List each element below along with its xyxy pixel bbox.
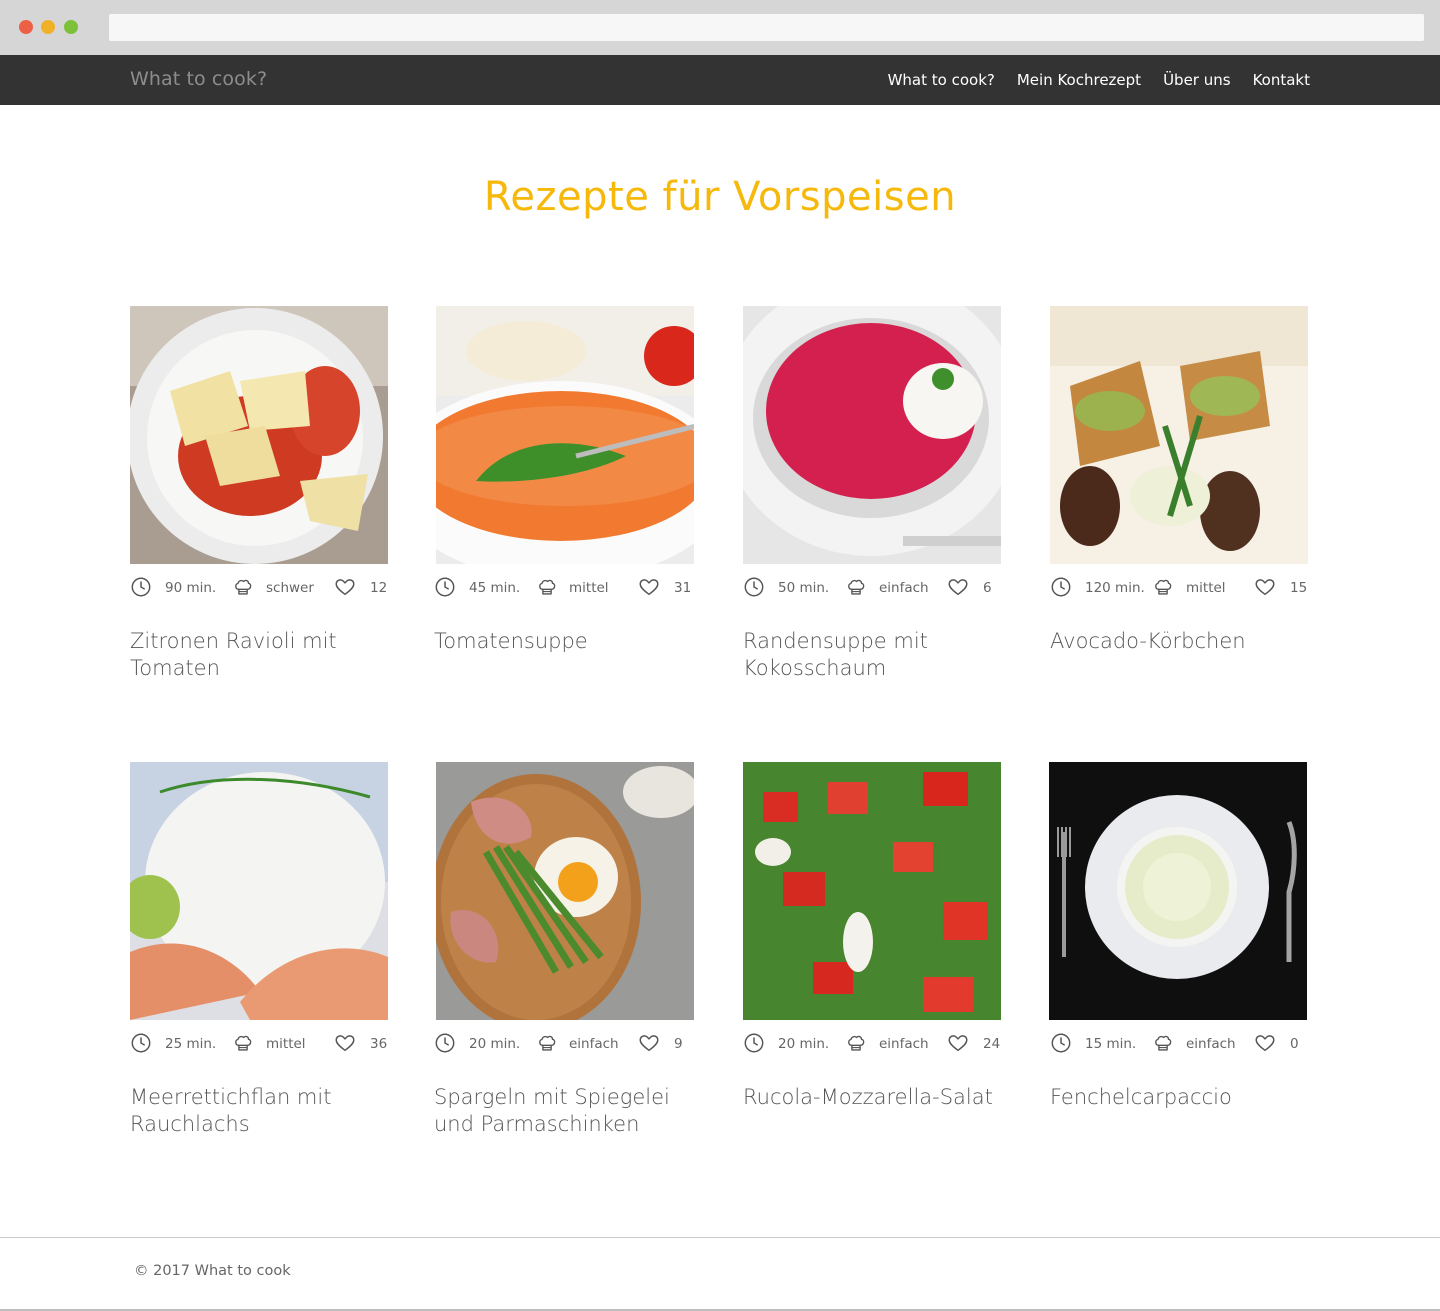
ravioli-image[interactable] <box>130 306 388 564</box>
recipe-difficulty: mittel <box>266 1036 306 1052</box>
heart-icon[interactable] <box>333 1032 357 1054</box>
recipe-time: 120 min. <box>1085 580 1145 596</box>
tomato-soup-image[interactable] <box>436 306 694 564</box>
recipe-card[interactable]: 20 min. einfach 9 Spargeln mit Spiegelei… <box>434 762 694 1136</box>
recipe-meta: 50 min. einfach 6 <box>743 576 1005 600</box>
recipe-difficulty: mittel <box>1186 580 1226 596</box>
heart-icon[interactable] <box>637 576 661 598</box>
recipe-meta: 20 min. einfach 24 <box>743 1032 1005 1056</box>
chef-hat-icon <box>1152 576 1174 598</box>
recipe-meta: 25 min. mittel 36 <box>130 1032 392 1056</box>
rucola-salad-image[interactable] <box>743 762 1001 1020</box>
recipe-meta: 90 min. schwer 12 <box>130 576 392 600</box>
clock-icon <box>1050 576 1072 598</box>
recipe-time: 25 min. <box>165 1036 217 1052</box>
window-close-dot[interactable] <box>19 20 33 34</box>
heart-icon[interactable] <box>946 576 970 598</box>
recipe-meta: 15 min. einfach 0 <box>1049 1032 1311 1056</box>
address-bar[interactable] <box>109 14 1424 41</box>
recipe-title[interactable]: Rucola-Mozzarella-Salat <box>743 1084 1005 1111</box>
fennel-carpaccio-image[interactable] <box>1049 762 1307 1020</box>
nav-link-mein-kochrezept[interactable]: Mein Kochrezept <box>1017 71 1141 89</box>
recipe-likes: 36 <box>370 1036 388 1052</box>
nav-link-ueber-uns[interactable]: Über uns <box>1163 71 1231 89</box>
recipe-title[interactable]: Fenchelcarpaccio <box>1050 1084 1312 1111</box>
heart-icon[interactable] <box>946 1032 970 1054</box>
clock-icon <box>434 576 456 598</box>
recipe-difficulty: mittel <box>569 580 609 596</box>
recipe-meta: 45 min. mittel 31 <box>436 576 698 600</box>
recipe-card[interactable]: 45 min. mittel 31 Tomatensuppe <box>434 306 694 653</box>
recipe-likes: 31 <box>674 580 692 596</box>
avocado-baskets-image[interactable] <box>1050 306 1308 564</box>
chef-hat-icon <box>536 576 558 598</box>
recipe-difficulty: einfach <box>569 1036 619 1052</box>
chef-hat-icon <box>232 576 254 598</box>
recipe-meta: 20 min. einfach 9 <box>436 1032 698 1056</box>
heart-icon[interactable] <box>333 576 357 598</box>
recipe-difficulty: einfach <box>1186 1036 1236 1052</box>
recipe-time: 90 min. <box>165 580 217 596</box>
chef-hat-icon <box>536 1032 558 1054</box>
clock-icon <box>743 576 765 598</box>
recipe-card[interactable]: 20 min. einfach 24 Rucola-Mozzarella-Sal… <box>743 762 1001 1109</box>
clock-icon <box>434 1032 456 1054</box>
heart-icon[interactable] <box>637 1032 661 1054</box>
clock-icon <box>743 1032 765 1054</box>
recipe-title[interactable]: Meerrettichflan mit Rauchlachs <box>130 1084 392 1138</box>
recipe-difficulty: schwer <box>266 580 314 596</box>
recipe-title[interactable]: Tomatensuppe <box>434 628 696 655</box>
recipe-likes: 0 <box>1290 1036 1299 1052</box>
recipe-likes: 24 <box>983 1036 1001 1052</box>
recipe-title[interactable]: Avocado-Körbchen <box>1050 628 1312 655</box>
footer-copyright: © 2017 What to cook <box>134 1263 291 1279</box>
recipe-card[interactable]: 50 min. einfach 6 Randensuppe mit Kokoss… <box>743 306 1001 680</box>
recipe-title[interactable]: Zitronen Ravioli mit Tomaten <box>130 628 392 682</box>
recipe-meta: 120 min. mittel 15 <box>1050 576 1312 600</box>
flan-salmon-image[interactable] <box>130 762 388 1020</box>
recipe-likes: 12 <box>370 580 388 596</box>
brand-link[interactable]: What to cook? <box>130 68 267 90</box>
chef-hat-icon <box>845 1032 867 1054</box>
clock-icon <box>1050 1032 1072 1054</box>
recipe-likes: 15 <box>1290 580 1308 596</box>
clock-icon <box>130 576 152 598</box>
footer-divider <box>0 1237 1440 1238</box>
recipe-card[interactable]: 90 min. schwer 12 Zitronen Ravioli mit T… <box>130 306 388 680</box>
recipe-difficulty: einfach <box>879 580 929 596</box>
asparagus-egg-image[interactable] <box>436 762 694 1020</box>
page-title: Rezepte für Vorspeisen <box>483 174 957 220</box>
heart-icon[interactable] <box>1253 1032 1277 1054</box>
window-zoom-dot[interactable] <box>64 20 78 34</box>
recipe-time: 20 min. <box>778 1036 830 1052</box>
heart-icon[interactable] <box>1253 576 1277 598</box>
clock-icon <box>130 1032 152 1054</box>
recipe-time: 15 min. <box>1085 1036 1137 1052</box>
chef-hat-icon <box>845 576 867 598</box>
recipe-card[interactable]: 15 min. einfach 0 Fenchelcarpaccio <box>1049 762 1307 1109</box>
recipe-title[interactable]: Randensuppe mit Kokosschaum <box>743 628 1005 682</box>
recipe-time: 20 min. <box>469 1036 521 1052</box>
recipe-difficulty: einfach <box>879 1036 929 1052</box>
window-minimize-dot[interactable] <box>41 20 55 34</box>
recipe-time: 45 min. <box>469 580 521 596</box>
recipe-card[interactable]: 25 min. mittel 36 Meerrettichflan mit Ra… <box>130 762 388 1136</box>
recipe-card[interactable]: 120 min. mittel 15 Avocado-Körbchen <box>1050 306 1308 653</box>
beet-soup-image[interactable] <box>743 306 1001 564</box>
recipe-likes: 9 <box>674 1036 683 1052</box>
nav-link-what-to-cook[interactable]: What to cook? <box>888 71 995 89</box>
nav-links: What to cook? Mein Kochrezept Über uns K… <box>866 71 1310 89</box>
browser-chrome <box>0 0 1440 55</box>
navbar: What to cook? What to cook? Mein Kochrez… <box>0 55 1440 105</box>
nav-link-kontakt[interactable]: Kontakt <box>1253 71 1310 89</box>
chef-hat-icon <box>232 1032 254 1054</box>
chef-hat-icon <box>1152 1032 1174 1054</box>
recipe-title[interactable]: Spargeln mit Spiegelei und Parmaschinken <box>434 1084 696 1138</box>
recipe-time: 50 min. <box>778 580 830 596</box>
recipe-likes: 6 <box>983 580 992 596</box>
